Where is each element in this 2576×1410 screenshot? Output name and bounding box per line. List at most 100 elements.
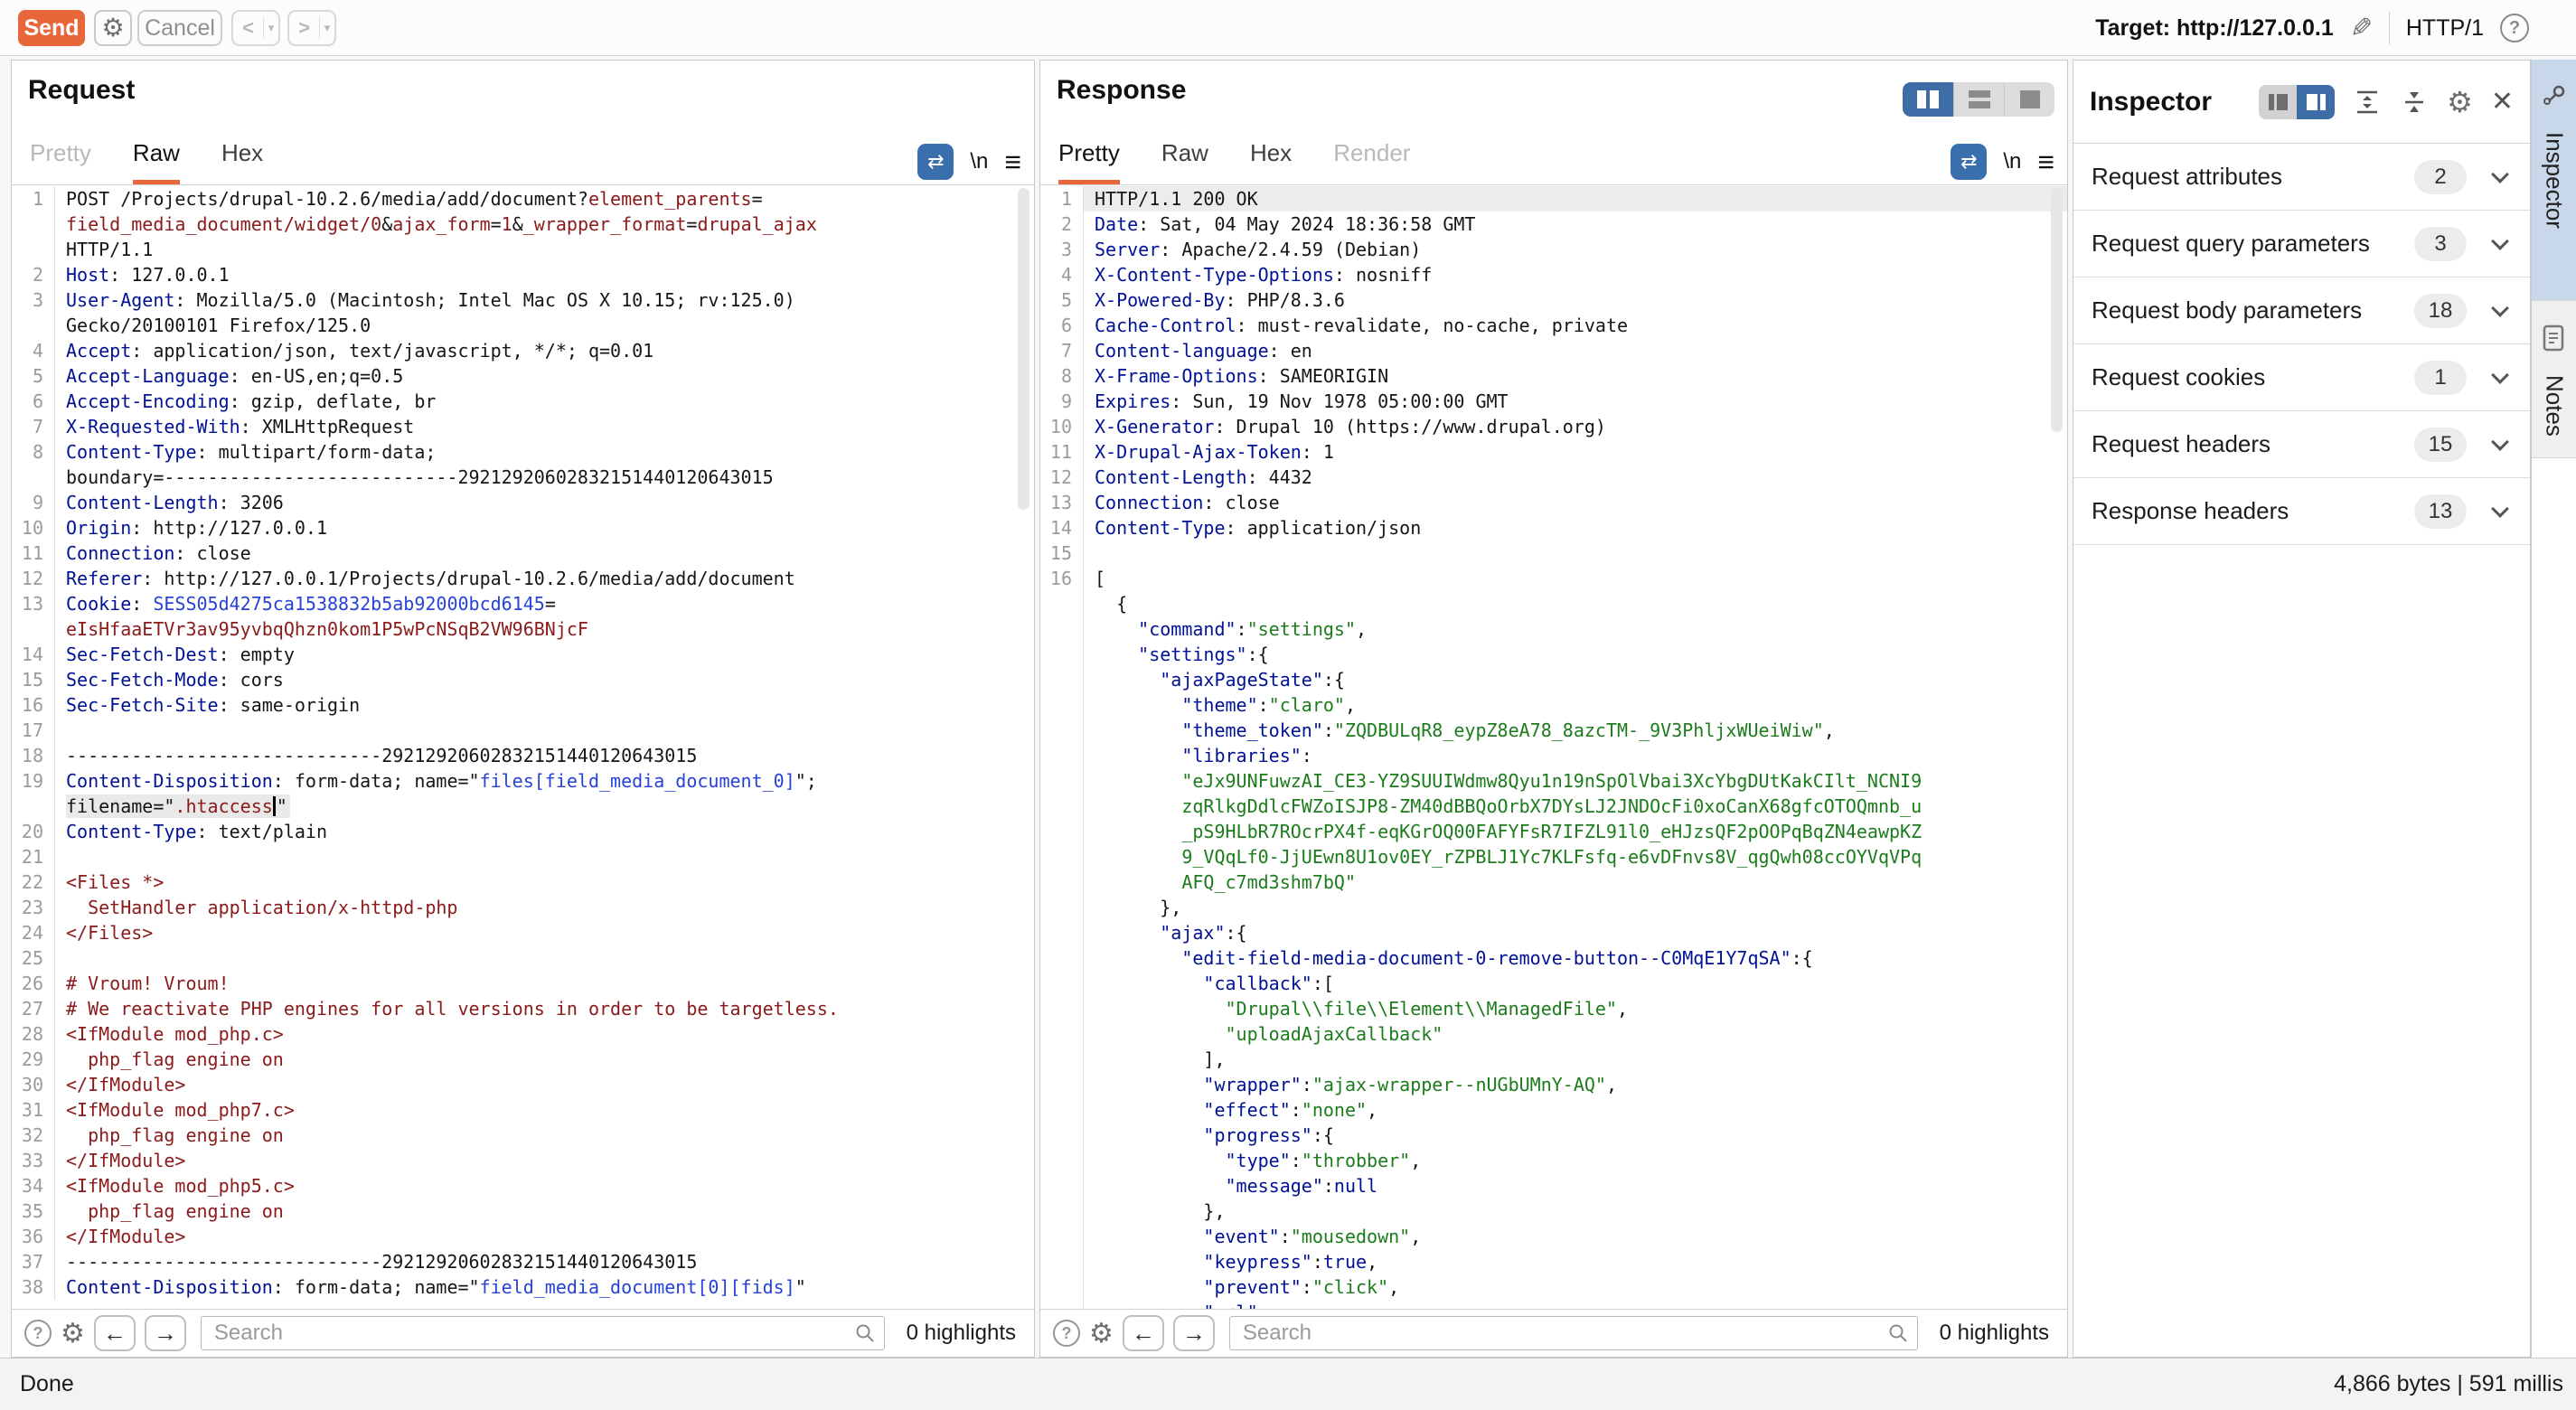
search-settings-gear-icon[interactable]: ⚙	[1089, 1318, 1114, 1349]
search-help-icon[interactable]: ?	[24, 1320, 52, 1347]
code-line: 5X-Powered-By: PHP/8.3.6	[1040, 287, 2067, 313]
section-count-badge: 13	[2414, 494, 2467, 529]
code-line: _pS9HLbR7ROcrPX4f-eqKGrOQ00FAFYFsR7IFZL9…	[1040, 819, 2067, 844]
editor-menu-icon[interactable]: ≡	[2037, 146, 2054, 179]
next-request-button[interactable]: > ▾	[287, 10, 336, 46]
target-label: Target: http://127.0.0.1	[2095, 15, 2334, 42]
code-line: "type":"throbber",	[1040, 1148, 2067, 1173]
editor-menu-icon[interactable]: ≡	[1004, 146, 1021, 179]
code-line: "event":"mousedown",	[1040, 1224, 2067, 1249]
request-panel-title: Request	[28, 75, 135, 106]
code-line: 33</IfModule>	[12, 1148, 1034, 1173]
status-text: Done	[20, 1371, 74, 1397]
section-count-badge: 1	[2414, 361, 2467, 395]
response-panel: Response PrettyRawHexRender ⇄ \n ≡ 1HTTP…	[1039, 60, 2068, 1358]
search-help-icon[interactable]: ?	[1053, 1320, 1080, 1347]
tab-pretty[interactable]: Pretty	[1058, 139, 1120, 184]
tab-hex[interactable]: Hex	[221, 139, 263, 184]
code-line: 18-----------------------------292129206…	[12, 743, 1034, 768]
prev-request-button[interactable]: < ▾	[231, 10, 280, 46]
code-line: eIsHfaaETVr3av95yvbqQhzn0kom1P5wPcNSqB2V…	[12, 616, 1034, 642]
inspector-section-request-headers[interactable]: Request headers15	[2073, 411, 2530, 478]
response-search-input[interactable]	[1229, 1316, 1918, 1350]
code-line: 30</IfModule>	[12, 1072, 1034, 1097]
code-line: "message":null	[1040, 1173, 2067, 1198]
inspector-section-request-query-parameters[interactable]: Request query parameters3	[2073, 211, 2530, 277]
inspector-section-request-attributes[interactable]: Request attributes2	[2073, 144, 2530, 211]
chevron-down-icon	[2491, 366, 2509, 384]
code-line: 8X-Frame-Options: SAMEORIGIN	[1040, 363, 2067, 389]
search-next-button[interactable]: →	[145, 1315, 186, 1351]
inspector-section-response-headers[interactable]: Response headers13	[2073, 478, 2530, 545]
edit-target-pencil-icon[interactable]: ✎	[2350, 13, 2373, 44]
request-tabs: PrettyRawHex	[12, 140, 1034, 185]
code-line: 10Origin: http://127.0.0.1	[12, 515, 1034, 540]
section-label: Request attributes	[2092, 163, 2414, 191]
inspector-section-request-body-parameters[interactable]: Request body parameters18	[2073, 277, 2530, 344]
search-prev-button[interactable]: ←	[94, 1315, 136, 1351]
side-tab-label: Notes	[2541, 375, 2569, 437]
section-label: Request cookies	[2092, 363, 2414, 391]
code-line: 12Content-Length: 4432	[1040, 465, 2067, 490]
code-line: 31<IfModule mod_php7.c>	[12, 1097, 1034, 1123]
side-tab-inspector[interactable]: Inspector	[2532, 60, 2576, 300]
code-line: boundary=---------------------------2921…	[12, 465, 1034, 490]
code-line: 1POST /Projects/drupal-10.2.6/media/add/…	[12, 186, 1034, 212]
request-editor[interactable]: 1POST /Projects/drupal-10.2.6/media/add/…	[12, 186, 1034, 1309]
code-line: 7Content-language: en	[1040, 338, 2067, 363]
response-scrollbar[interactable]	[2051, 188, 2063, 432]
code-line: 21	[12, 844, 1034, 870]
tab-render: Render	[1333, 139, 1410, 184]
section-count-badge: 15	[2414, 428, 2467, 462]
response-editor[interactable]: 1HTTP/1.1 200 OK2Date: Sat, 04 May 2024 …	[1040, 186, 2067, 1309]
response-highlights-count: 0 highlights	[1940, 1321, 2049, 1346]
next-dropdown-icon[interactable]: ▾	[320, 21, 334, 35]
prev-dropdown-icon[interactable]: ▾	[264, 21, 278, 35]
inspector-close-icon[interactable]: ✕	[2491, 86, 2514, 118]
code-line: 11Connection: close	[12, 540, 1034, 566]
show-newlines-icon[interactable]: \n	[2003, 149, 2021, 174]
send-settings-gear-icon[interactable]: ⚙	[94, 10, 132, 46]
code-line: 14Sec-Fetch-Dest: empty	[12, 642, 1034, 667]
request-panel: Request PrettyRawHex ⇄ \n ≡ 1POST /Proje…	[11, 60, 1035, 1358]
send-button[interactable]: Send	[18, 10, 85, 46]
response-tabs: Pretty Raw Hex Render	[1040, 140, 2067, 185]
code-line: 27# We reactivate PHP engines for all ve…	[12, 996, 1034, 1021]
search-next-button[interactable]: →	[1173, 1315, 1215, 1351]
code-line: 3Server: Apache/2.4.59 (Debian)	[1040, 237, 2067, 262]
code-line: 16[	[1040, 566, 2067, 591]
code-line: 9Content-Length: 3206	[12, 490, 1034, 515]
side-tab-notes[interactable]: Notes	[2532, 300, 2576, 458]
inspector-dock-right-button[interactable]	[2297, 85, 2335, 119]
code-line: ],	[1040, 1047, 2067, 1072]
word-wrap-icon[interactable]: ⇄	[917, 144, 954, 180]
code-line: },	[1040, 1198, 2067, 1224]
show-newlines-icon[interactable]: \n	[970, 149, 988, 174]
word-wrap-icon[interactable]: ⇄	[1951, 144, 1987, 180]
search-settings-gear-icon[interactable]: ⚙	[61, 1318, 85, 1349]
code-line: "ajax":{	[1040, 920, 2067, 945]
collapse-all-icon[interactable]	[2400, 88, 2429, 117]
inspector-settings-gear-icon[interactable]: ⚙	[2447, 85, 2473, 119]
tab-raw[interactable]: Raw	[1161, 139, 1208, 184]
tab-hex[interactable]: Hex	[1250, 139, 1292, 184]
code-line: 26# Vroum! Vroum!	[12, 971, 1034, 996]
code-line: 19Content-Disposition: form-data; name="…	[12, 768, 1034, 794]
inspector-section-request-cookies[interactable]: Request cookies1	[2073, 344, 2530, 411]
help-icon[interactable]: ?	[2500, 14, 2529, 42]
layout-columns-button[interactable]	[1903, 82, 1953, 117]
search-prev-button[interactable]: ←	[1123, 1315, 1164, 1351]
tab-raw[interactable]: Raw	[133, 139, 180, 184]
request-scrollbar[interactable]	[1018, 188, 1029, 510]
code-line: AFQ_c7md3shm7bQ"	[1040, 870, 2067, 895]
expand-all-icon[interactable]	[2353, 88, 2382, 117]
request-search-bar: ? ⚙ ← → 0 highlights	[12, 1309, 1034, 1357]
inspector-dock-left-button[interactable]	[2259, 85, 2297, 119]
layout-rows-button[interactable]	[1953, 82, 2004, 117]
code-line: 2Host: 127.0.0.1	[12, 262, 1034, 287]
code-line: 2Date: Sat, 04 May 2024 18:36:58 GMT	[1040, 212, 2067, 237]
cancel-button[interactable]: Cancel	[137, 10, 222, 46]
code-line: 12Referer: http://127.0.0.1/Projects/dru…	[12, 566, 1034, 591]
request-search-input[interactable]	[201, 1316, 885, 1350]
layout-single-button[interactable]	[2004, 82, 2054, 117]
